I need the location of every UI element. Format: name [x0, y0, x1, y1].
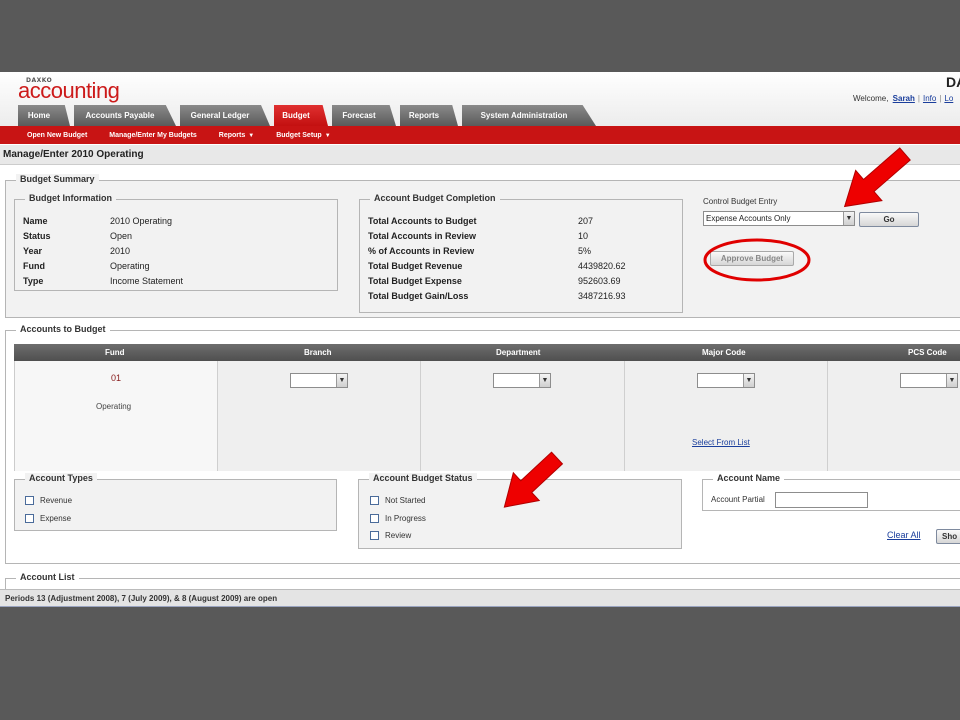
branch-select[interactable]: ▼: [290, 373, 348, 388]
app-header: DAXKO accounting DA Welcome, Sarah|Info|…: [0, 72, 960, 126]
subnav-open-new-budget[interactable]: Open New Budget: [27, 132, 87, 139]
department-column: ▼: [421, 361, 625, 471]
revenue-label: Revenue: [40, 496, 73, 505]
review-label: Review: [385, 531, 412, 540]
subnav-budget-setup-label: Budget Setup: [276, 131, 322, 139]
filter-grid-header: Fund Branch Department Major Code PCS Co…: [14, 344, 960, 361]
account-types-legend: Account Types: [25, 473, 97, 483]
app-window: DAXKO accounting DA Welcome, Sarah|Info|…: [0, 72, 960, 606]
fund-column: 01 Operating: [15, 361, 218, 471]
background-panel: [0, 606, 960, 720]
branch-column: ▼: [218, 361, 421, 471]
fund-name: Operating: [96, 402, 132, 411]
welcome-text: Welcome,: [853, 94, 889, 103]
tab-budget[interactable]: Budget: [274, 105, 328, 126]
column-header-major-code: Major Code: [702, 348, 746, 357]
chevron-down-icon: ▼: [539, 374, 550, 387]
tab-accounts-payable[interactable]: Accounts Payable: [74, 105, 176, 126]
logout-link[interactable]: Lo: [944, 94, 953, 103]
subnav-reports-label: Reports: [218, 131, 246, 139]
control-budget-entry-value: Expense Accounts Only: [706, 214, 791, 223]
review-checkbox[interactable]: [370, 531, 379, 540]
main-tabs: Home Accounts Payable General Ledger Bud…: [18, 105, 600, 126]
budget-summary-legend: Budget Summary: [16, 174, 99, 184]
account-budget-status-legend: Account Budget Status: [369, 473, 477, 483]
major-code-column: ▼ Select From List: [625, 361, 828, 471]
control-budget-entry-label: Control Budget Entry: [703, 197, 778, 206]
major-code-select[interactable]: ▼: [697, 373, 755, 388]
select-from-list-link[interactable]: Select From List: [692, 438, 750, 447]
subnav-reports[interactable]: Reports ▼: [219, 132, 254, 139]
org-name-truncated: DA: [946, 74, 960, 90]
tab-general-ledger[interactable]: General Ledger: [180, 105, 270, 126]
app-logo[interactable]: accounting: [18, 78, 120, 104]
not-started-label: Not Started: [385, 496, 426, 505]
account-list-legend: Account List: [16, 572, 79, 582]
go-button[interactable]: Go: [859, 212, 919, 227]
filter-grid-body: 01 Operating ▼ ▼ ▼ Select From List ▼: [14, 361, 960, 471]
not-started-checkbox[interactable]: [370, 496, 379, 505]
budget-information-legend: Budget Information: [25, 193, 116, 203]
pcs-code-column: ▼: [828, 361, 960, 471]
column-header-pcs-code: PCS Code: [908, 348, 947, 357]
tab-home[interactable]: Home: [18, 105, 70, 126]
chevron-down-icon: ▼: [946, 374, 957, 387]
tab-reports[interactable]: Reports: [400, 105, 458, 126]
account-name-panel: Account Name Account Partial: [702, 473, 960, 511]
caret-down-icon: ▼: [248, 132, 255, 139]
in-progress-label: In Progress: [385, 514, 426, 523]
chevron-down-icon: ▼: [336, 374, 347, 387]
account-partial-input[interactable]: [775, 492, 868, 508]
column-header-department: Department: [496, 348, 541, 357]
fund-code: 01: [111, 373, 122, 383]
account-budget-completion-legend: Account Budget Completion: [370, 193, 500, 203]
status-footer: Periods 13 (Adjustment 2008), 7 (July 20…: [0, 589, 960, 606]
info-link[interactable]: Info: [923, 94, 936, 103]
revenue-checkbox[interactable]: [25, 496, 34, 505]
show-button[interactable]: Sho: [936, 529, 960, 544]
account-budget-completion-panel: Account Budget Completion Total Accounts…: [359, 193, 683, 313]
account-types-panel: Account Types Revenue Expense: [14, 473, 337, 531]
in-progress-checkbox[interactable]: [370, 514, 379, 523]
open-periods-text: Periods 13 (Adjustment 2008), 7 (July 20…: [5, 594, 278, 603]
column-header-fund: Fund: [105, 348, 125, 357]
page-title: Manage/Enter 2010 Operating: [3, 149, 144, 160]
expense-checkbox[interactable]: [25, 514, 34, 523]
approve-budget-button[interactable]: Approve Budget: [710, 251, 794, 266]
caret-down-icon: ▼: [324, 132, 331, 139]
welcome-bar: Welcome, Sarah | Info | Lo: [853, 94, 954, 103]
accounts-to-budget-legend: Accounts to Budget: [16, 324, 110, 334]
subnav-manage-enter-budgets[interactable]: Manage/Enter My Budgets: [109, 132, 197, 139]
budget-summary-panel: Budget Summary Budget Information Name 20…: [5, 174, 960, 318]
department-select[interactable]: ▼: [493, 373, 551, 388]
clear-all-link[interactable]: Clear All: [887, 530, 921, 540]
account-budget-status-panel: Account Budget Status Not Started In Pro…: [358, 473, 682, 549]
tab-system-administration[interactable]: System Administration: [462, 105, 596, 126]
expense-label: Expense: [40, 514, 72, 523]
budget-information-panel: Budget Information Name 2010 Operating St…: [14, 193, 338, 291]
budget-subnav: Open New Budget Manage/Enter My Budgets …: [0, 126, 960, 144]
page-title-bar: Manage/Enter 2010 Operating: [0, 145, 960, 165]
pcs-code-select[interactable]: ▼: [900, 373, 958, 388]
control-budget-entry-select[interactable]: Expense Accounts Only ▼: [703, 211, 855, 226]
chevron-down-icon: ▼: [843, 212, 854, 225]
subnav-budget-setup[interactable]: Budget Setup ▼: [276, 132, 330, 139]
account-partial-label: Account Partial: [711, 495, 765, 504]
tab-forecast[interactable]: Forecast: [332, 105, 396, 126]
chevron-down-icon: ▼: [743, 374, 754, 387]
column-header-branch: Branch: [304, 348, 332, 357]
user-name-link[interactable]: Sarah: [893, 94, 915, 103]
account-name-legend: Account Name: [713, 473, 785, 483]
